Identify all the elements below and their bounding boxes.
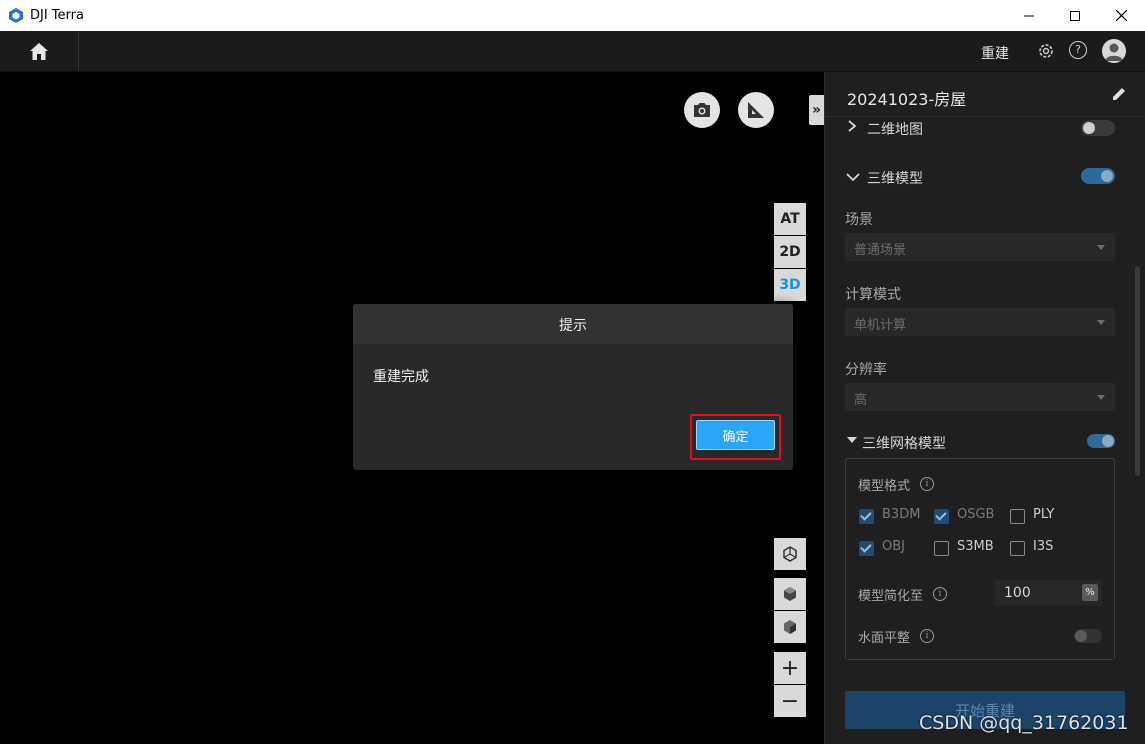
- caret-down-icon: [1097, 395, 1105, 400]
- dialog-title: 提示: [559, 318, 587, 334]
- avatar[interactable]: [1102, 39, 1126, 63]
- zoom-in-icon: +: [780, 655, 800, 681]
- model-format-label: 模型格式: [858, 479, 911, 494]
- scene-select[interactable]: 普通场景: [845, 233, 1115, 261]
- window-title: DJI Terra: [30, 8, 84, 23]
- scene-value: 普通场景: [854, 243, 907, 258]
- view-mode-3d[interactable]: 3D: [774, 269, 806, 301]
- compute-mode-value: 单机计算: [854, 318, 907, 333]
- help-icon[interactable]: ?: [1069, 41, 1087, 59]
- format-ply-checkbox[interactable]: [1010, 509, 1025, 524]
- toggle-mesh-model[interactable]: [1087, 434, 1115, 448]
- view-mode-2d[interactable]: 2D: [774, 236, 806, 268]
- project-header: 20241023-房屋: [825, 72, 1145, 117]
- info-icon[interactable]: i: [920, 629, 934, 643]
- simplify-input[interactable]: 100 %: [994, 580, 1102, 606]
- format-b3dm-checkbox[interactable]: [859, 509, 874, 524]
- format-osgb-checkbox[interactable]: [934, 509, 949, 524]
- format-s3mb-label: S3MB: [957, 539, 994, 554]
- main-toolbar: 重建 ?: [0, 31, 1145, 72]
- format-b3dm-label: B3DM: [882, 507, 921, 522]
- zoom-out-button[interactable]: −: [774, 685, 806, 717]
- chevron-right-icon[interactable]: [847, 119, 857, 137]
- toggle-water-flatten[interactable]: [1074, 629, 1102, 643]
- triangle-down-icon[interactable]: [847, 437, 857, 443]
- project-name: 20241023-房屋: [847, 90, 967, 109]
- water-flatten-label: 水面平整: [858, 631, 911, 646]
- format-ply-label: PLY: [1033, 507, 1055, 522]
- resolution-value: 高: [854, 393, 868, 408]
- maximize-icon: [1070, 10, 1080, 21]
- camera-icon: [694, 103, 710, 117]
- home-icon: [30, 42, 48, 60]
- section-3d-model-label[interactable]: 三维模型: [867, 168, 923, 188]
- section-2d-map-label[interactable]: 二维地图: [867, 119, 923, 139]
- maximize-button[interactable]: [1052, 0, 1098, 31]
- minimize-button[interactable]: [1006, 0, 1052, 31]
- mesh-model-label[interactable]: 三维网格模型: [862, 433, 946, 453]
- caret-down-icon: [1097, 320, 1105, 325]
- orientation-button[interactable]: [774, 538, 806, 570]
- zoom-in-button[interactable]: +: [774, 652, 806, 684]
- model-view-button[interactable]: [774, 578, 806, 610]
- compute-mode-select[interactable]: 单机计算: [845, 308, 1115, 336]
- compass-icon: [783, 546, 797, 562]
- format-obj-checkbox[interactable]: [859, 541, 874, 556]
- dialog-message: 重建完成: [373, 369, 429, 385]
- confirm-highlight: 确定: [690, 414, 781, 460]
- box-icon: [784, 620, 796, 634]
- minimize-icon: [1024, 15, 1034, 16]
- home-button[interactable]: [0, 31, 79, 71]
- dialog-header: 提示: [353, 304, 793, 344]
- resolution-label: 分辨率: [845, 362, 887, 378]
- chevron-down-icon[interactable]: [845, 171, 861, 186]
- format-osgb-label: OSGB: [957, 507, 995, 522]
- settings-panel: 20241023-房屋 二维地图 三维模型 场景 普通场景 计算模式 单机计算 …: [824, 72, 1145, 744]
- resolution-select[interactable]: 高: [845, 383, 1115, 411]
- notice-dialog: 提示 重建完成 确定: [353, 304, 793, 470]
- panel-toggle-button[interactable]: »: [809, 95, 824, 125]
- view-mode-at[interactable]: AT: [774, 203, 806, 235]
- panel-scrollbar[interactable]: [1135, 266, 1140, 476]
- app-logo-icon: [9, 8, 23, 23]
- confirm-button[interactable]: 确定: [696, 420, 775, 450]
- user-icon: [1105, 43, 1123, 61]
- format-obj-label: OBJ: [882, 539, 905, 554]
- box-icon: [784, 587, 796, 601]
- info-icon[interactable]: i: [920, 477, 934, 491]
- measure-button[interactable]: [738, 92, 774, 128]
- caret-down-icon: [1097, 245, 1105, 250]
- edit-icon[interactable]: [1111, 86, 1127, 102]
- simplify-label: 模型简化至: [858, 589, 924, 604]
- close-button[interactable]: [1098, 0, 1144, 31]
- rebuild-tab[interactable]: 重建: [981, 43, 1009, 63]
- watermark: CSDN @qq_31762031: [919, 712, 1129, 734]
- format-s3mb-checkbox[interactable]: [934, 541, 949, 556]
- simplify-value: 100: [1004, 585, 1031, 601]
- gear-icon[interactable]: [1036, 41, 1056, 61]
- model-view-button-2[interactable]: [774, 611, 806, 643]
- percent-unit: %: [1082, 584, 1098, 601]
- info-icon[interactable]: i: [933, 587, 947, 601]
- window-title-bar: DJI Terra: [0, 0, 1145, 31]
- screenshot-button[interactable]: [684, 92, 720, 128]
- toggle-3d-model[interactable]: [1081, 168, 1115, 184]
- compute-mode-label: 计算模式: [845, 287, 901, 303]
- format-i3s-checkbox[interactable]: [1010, 541, 1025, 556]
- mesh-options-box: 模型格式 i B3DM OSGB PLY OBJ S3MB I3S 模型简化至 …: [845, 458, 1115, 660]
- scene-label: 场景: [845, 212, 873, 228]
- zoom-out-icon: −: [780, 688, 800, 714]
- toggle-2d-map[interactable]: [1081, 120, 1115, 136]
- close-icon: [1115, 10, 1127, 21]
- format-i3s-label: I3S: [1033, 539, 1054, 554]
- ruler-icon: [748, 102, 764, 118]
